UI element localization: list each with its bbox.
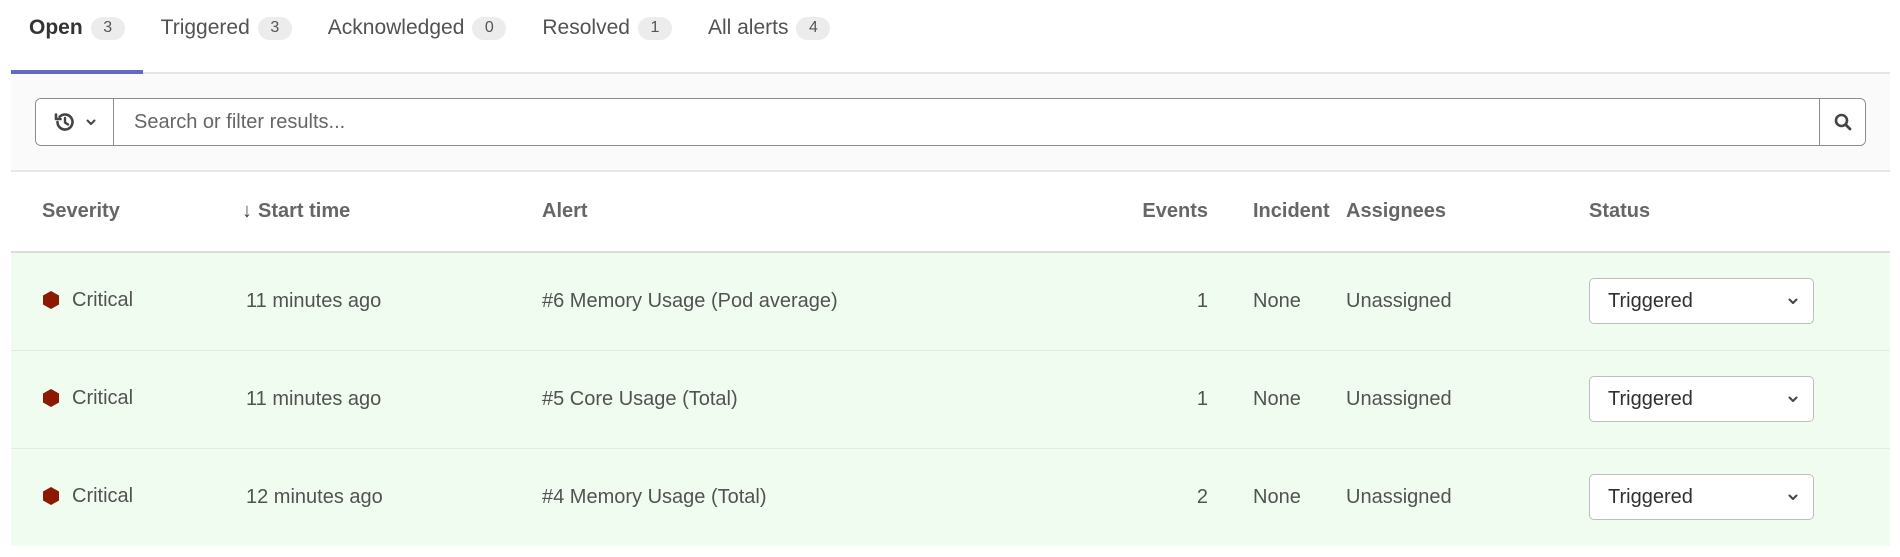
column-label: Incident xyxy=(1253,200,1330,222)
tab-count-badge: 1 xyxy=(637,16,672,40)
tab-triggered[interactable]: Triggered 3 xyxy=(143,0,310,72)
status-cell: Triggered xyxy=(1589,252,1890,350)
start-time-cell: 12 minutes ago xyxy=(246,485,383,508)
tab-count-badge: 4 xyxy=(796,16,831,40)
tab-label: Resolved xyxy=(542,16,630,39)
chevron-down-icon xyxy=(86,119,95,125)
assignees-cell: Unassigned xyxy=(1346,387,1452,410)
column-header-incident: Incident xyxy=(1226,172,1346,253)
chevron-down-icon xyxy=(1788,494,1798,501)
table-row[interactable]: Critical 11 minutes ago #5 Core Usage (T… xyxy=(11,350,1890,448)
filtered-search-box xyxy=(35,98,1866,146)
tab-label: All alerts xyxy=(707,16,789,39)
search-button[interactable] xyxy=(1819,99,1865,145)
search-input[interactable] xyxy=(114,99,1819,145)
severity-label: Critical xyxy=(72,484,134,507)
alert-status-tabs: Open 3 Triggered 3 Acknowledged 0 Resolv… xyxy=(11,0,1890,74)
column-label: Start time xyxy=(258,200,351,222)
severity-label: Critical xyxy=(72,288,134,311)
tab-resolved[interactable]: Resolved 1 xyxy=(524,0,690,72)
alert-title-cell[interactable]: #5 Core Usage (Total) xyxy=(542,350,976,448)
status-dropdown-value: Triggered xyxy=(1608,289,1693,312)
incident-cell: None xyxy=(1253,387,1301,410)
events-count-cell: 1 xyxy=(1196,289,1208,312)
tab-open[interactable]: Open 3 xyxy=(11,0,143,74)
tab-count-badge: 3 xyxy=(90,16,125,40)
column-label: Alert xyxy=(542,200,588,222)
alerts-table: Severity ↓ Start time Alert Events Incide… xyxy=(11,172,1890,546)
recent-searches-dropdown[interactable] xyxy=(36,99,114,145)
severity-critical-icon xyxy=(43,291,59,310)
status-cell: Triggered xyxy=(1589,448,1890,546)
column-label: Events xyxy=(1142,200,1208,222)
column-label: Assignees xyxy=(1346,200,1447,222)
status-dropdown[interactable]: Triggered xyxy=(1589,278,1814,325)
column-header-events[interactable]: Events xyxy=(976,172,1226,253)
assignees-cell: Unassigned xyxy=(1346,289,1452,312)
chevron-down-icon xyxy=(1788,396,1798,402)
start-time-cell: 11 minutes ago xyxy=(246,289,382,312)
column-header-status[interactable]: Status xyxy=(1589,172,1890,253)
status-dropdown[interactable]: Triggered xyxy=(1589,376,1814,422)
severity-cell: Critical xyxy=(11,252,242,350)
status-dropdown-value: Triggered xyxy=(1608,387,1693,410)
tab-label: Open xyxy=(29,16,83,39)
incident-cell: None xyxy=(1253,289,1301,312)
search-icon xyxy=(1834,113,1851,131)
chevron-down-icon xyxy=(1788,298,1798,305)
table-row[interactable]: Critical 12 minutes ago #4 Memory Usage … xyxy=(11,448,1890,546)
tab-label: Triggered xyxy=(160,16,250,39)
alert-title-cell[interactable]: #4 Memory Usage (Total) xyxy=(542,448,976,546)
filter-bar xyxy=(11,74,1890,172)
column-header-alert[interactable]: Alert xyxy=(542,172,976,253)
events-count-cell: 2 xyxy=(1196,485,1208,508)
start-time-cell: 11 minutes ago xyxy=(246,387,382,410)
tab-all-alerts[interactable]: All alerts 4 xyxy=(690,0,849,72)
column-header-assignees: Assignees xyxy=(1346,172,1589,253)
severity-critical-icon xyxy=(43,389,59,407)
tab-count-badge: 3 xyxy=(257,16,292,40)
column-label: Status xyxy=(1589,200,1651,222)
sort-descending-icon: ↓ xyxy=(242,200,252,222)
severity-label: Critical xyxy=(72,386,134,409)
column-header-start-time[interactable]: ↓ Start time xyxy=(242,172,542,253)
severity-cell: Critical xyxy=(11,448,242,546)
tab-label: Acknowledged xyxy=(327,16,465,39)
incident-cell: None xyxy=(1253,485,1301,508)
status-dropdown[interactable]: Triggered xyxy=(1589,474,1814,521)
severity-critical-icon xyxy=(43,487,59,506)
status-cell: Triggered xyxy=(1589,350,1890,448)
status-dropdown-value: Triggered xyxy=(1608,485,1693,508)
table-header-row: Severity ↓ Start time Alert Events Incide… xyxy=(11,172,1890,253)
column-header-severity[interactable]: Severity xyxy=(11,172,242,253)
tab-count-badge: 0 xyxy=(472,16,507,40)
alerts-page: Open 3 Triggered 3 Acknowledged 0 Resolv… xyxy=(11,0,1890,546)
assignees-cell: Unassigned xyxy=(1346,485,1452,508)
tab-acknowledged[interactable]: Acknowledged 0 xyxy=(310,0,525,72)
table-row[interactable]: Critical 11 minutes ago #6 Memory Usage … xyxy=(11,252,1890,350)
alert-title-cell[interactable]: #6 Memory Usage (Pod average) xyxy=(542,252,976,350)
column-label: Severity xyxy=(42,200,120,222)
history-icon xyxy=(54,113,74,131)
events-count-cell: 1 xyxy=(1196,387,1208,410)
severity-cell: Critical xyxy=(11,350,242,448)
